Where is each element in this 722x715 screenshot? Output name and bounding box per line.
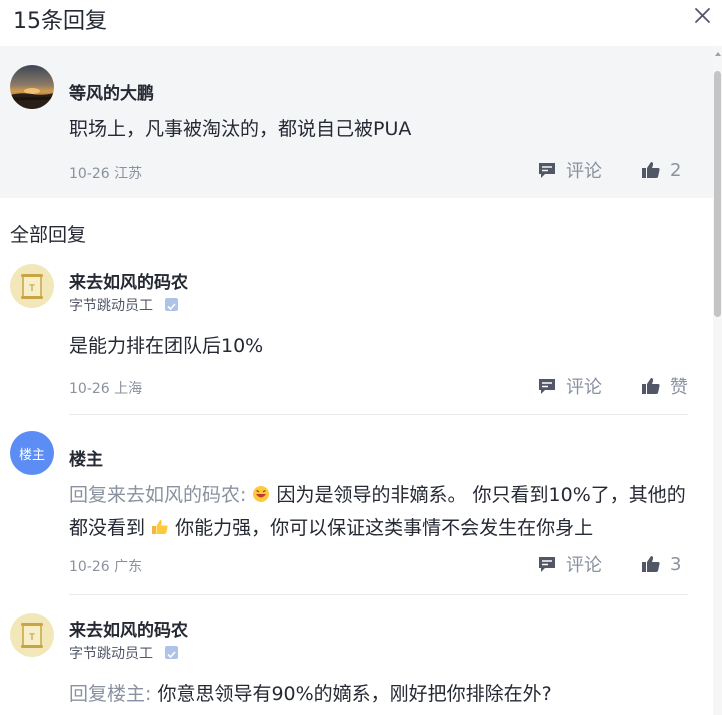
job-title: 字节跳动员工 [69,298,153,314]
reply-item: T 来去如风的码农 字节跳动员工 是能力排在团队后10% 10-26 上海 评论… [0,258,713,415]
reply-content: 回复楼主: 你意思领导有90%的嫡系，刚好把你排除在外? [69,678,699,711]
sunset-avatar-image [10,65,54,109]
comment-button[interactable]: 评论 [537,374,602,398]
like-button[interactable]: 2 [641,158,681,182]
avatar[interactable]: T [10,264,54,308]
scrollbar[interactable] [713,46,722,715]
reply-content: 回复来去如风的码农: 因为是领导的非嫡系。 你只看到10%了，其他的都没看到 你… [69,479,699,545]
verified-icon [165,646,178,659]
grin-emoji-icon [253,486,270,502]
comment-icon [539,557,555,572]
like-button[interactable]: 3 [641,552,681,576]
divider [69,414,688,415]
dialog-header: 15条回复 [0,0,722,46]
avatar[interactable]: T [10,613,54,657]
reply-to-prefix[interactable]: 回复楼主: [69,683,151,705]
reply-content: 是能力排在团队后10% [69,335,264,357]
username[interactable]: 来去如风的码农 [69,268,188,293]
comment-label: 评论 [566,161,602,182]
thumbs-up-icon [642,556,660,572]
reply-list[interactable]: 等风的大鹏 职场上，凡事被淘汰的，都说自己被PUA 10-26 江苏 评论 2 … [0,46,713,715]
thumbs-up-icon [642,162,660,178]
scroll-up-arrow-icon[interactable] [715,52,721,56]
like-button[interactable]: 赞 [641,374,688,398]
comment-icon [539,163,555,178]
comment-content: 职场上，凡事被淘汰的，都说自己被PUA [69,118,412,140]
comment-button[interactable]: 评论 [537,158,602,182]
thumbs-up-icon [642,378,660,394]
scroll-avatar-icon: T [21,274,43,299]
scroll-avatar-icon: T [21,623,43,648]
reply-text: 你意思领导有90%的嫡系，刚好把你排除在外? [157,683,552,705]
avatar[interactable] [10,65,54,109]
like-count: 3 [670,553,682,575]
date-location: 10-26 上海 [69,381,143,397]
job-title: 字节跳动员工 [69,646,153,662]
divider [69,594,688,595]
reply-item: 楼主 楼主 回复来去如风的码农: 因为是领导的非嫡系。 你只看到10%了，其他的… [0,431,713,595]
parent-comment: 等风的大鹏 职场上，凡事被淘汰的，都说自己被PUA 10-26 江苏 评论 2 [0,46,713,198]
comment-label: 评论 [566,377,602,398]
like-label: 赞 [670,377,688,398]
reply-text-part2: 你能力强，你可以保证这类事情不会发生在你身上 [175,517,594,539]
close-button[interactable] [690,4,714,28]
all-replies-heading: 全部回复 [10,224,87,246]
reply-to-prefix[interactable]: 回复来去如风的码农: [69,484,246,506]
comment-label: 评论 [566,555,602,576]
louzhu-avatar[interactable]: 楼主 [10,431,54,475]
svg-text:T: T [28,633,35,643]
avatar-label: 楼主 [18,447,45,463]
reply-item: T 来去如风的码农 字节跳动员工 回复楼主: 你意思领导有90%的嫡系，刚好把你… [0,611,713,715]
reply-count-title: 15条回复 [13,9,107,34]
username[interactable]: 来去如风的码农 [69,616,188,641]
thumbs-up-emoji-icon [152,520,168,534]
scroll-thumb[interactable] [714,71,721,317]
comment-icon [539,379,555,394]
username[interactable]: 等风的大鹏 [69,79,154,104]
comment-button[interactable]: 评论 [537,552,602,576]
date-location: 10-26 江苏 [69,166,143,182]
like-count: 2 [670,159,682,181]
close-icon [695,8,710,23]
username[interactable]: 楼主 [69,445,103,470]
date-location: 10-26 广东 [69,559,143,575]
verified-icon [165,298,178,311]
svg-text:T: T [28,284,35,294]
